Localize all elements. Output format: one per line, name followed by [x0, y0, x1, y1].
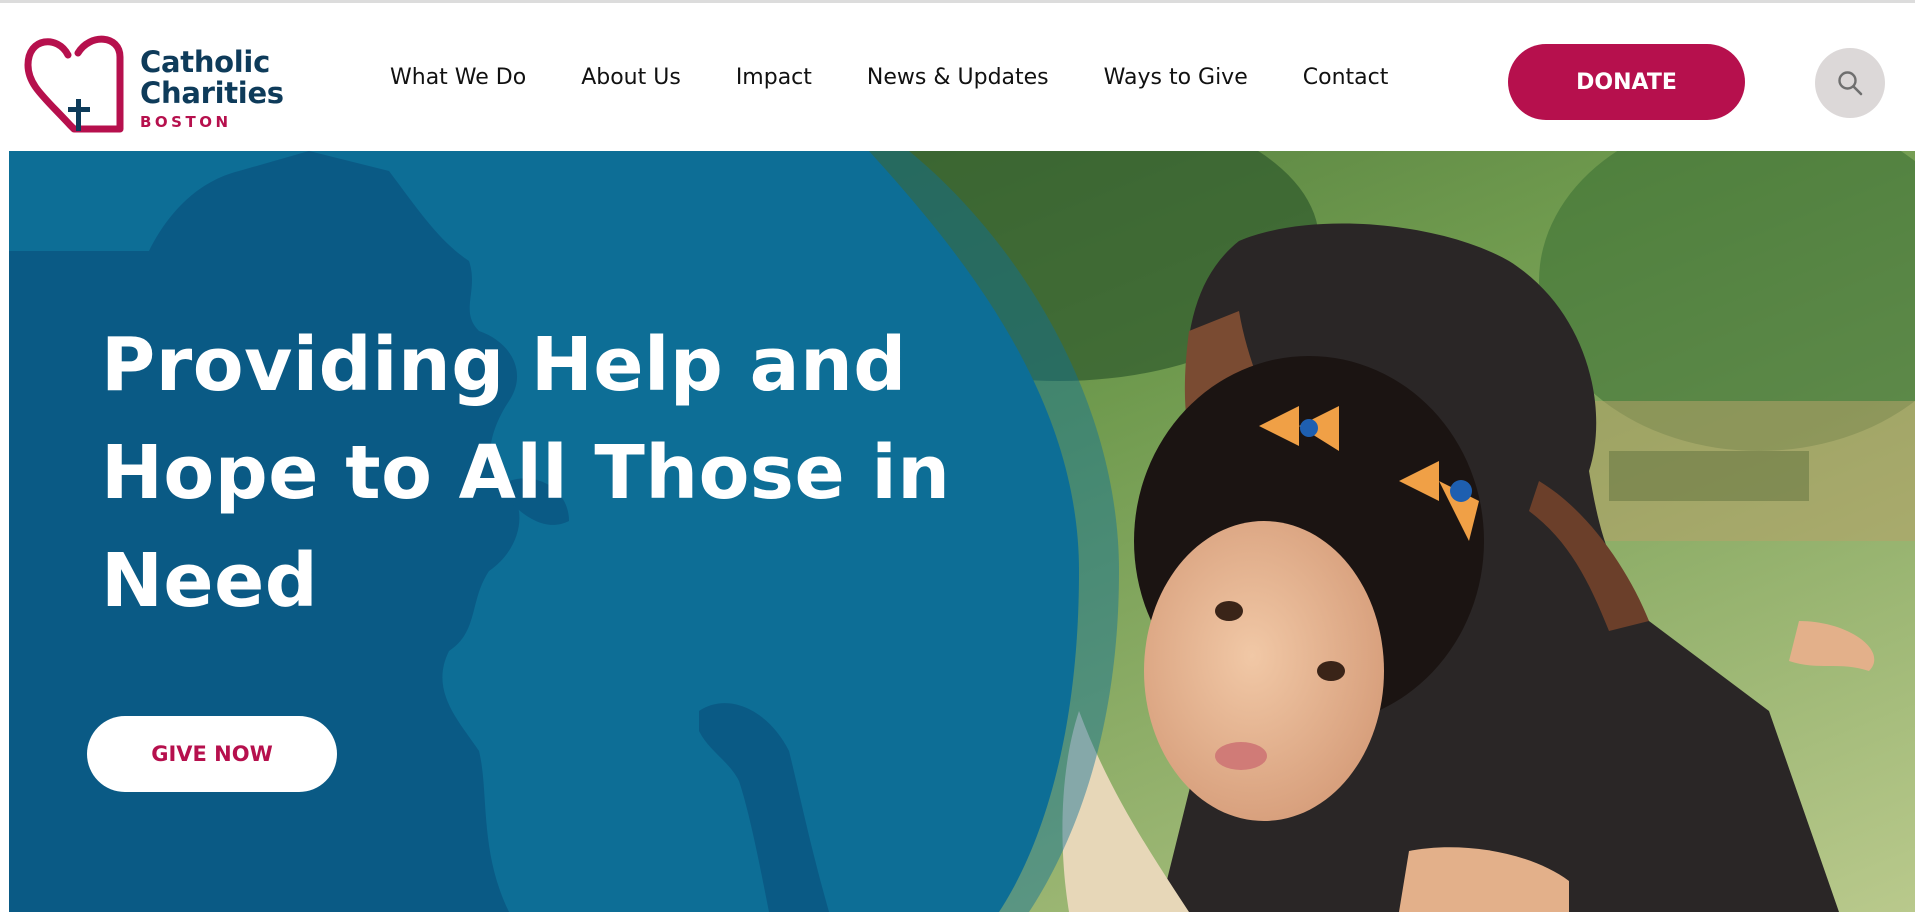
nav-what-we-do[interactable]: What We Do: [390, 65, 526, 90]
nav-contact[interactable]: Contact: [1303, 65, 1389, 90]
heart-cross-icon: [24, 35, 124, 133]
hero-section: Providing Help and Hope to All Those in …: [9, 151, 1915, 912]
site-logo[interactable]: Catholic Charities BOSTON: [24, 31, 284, 135]
logo-city: BOSTON: [140, 113, 232, 131]
logo-line1: Catholic: [140, 45, 270, 79]
nav-ways-to-give[interactable]: Ways to Give: [1104, 65, 1248, 90]
search-icon: [1838, 71, 1863, 96]
hero-title: Providing Help and Hope to All Those in …: [101, 322, 951, 624]
donate-button[interactable]: DONATE: [1508, 44, 1745, 120]
main-nav: What We Do About Us Impact News & Update…: [390, 3, 1388, 151]
nav-about-us[interactable]: About Us: [581, 65, 681, 90]
logo-wordmark: Catholic Charities BOSTON: [140, 45, 284, 132]
nav-impact[interactable]: Impact: [736, 65, 812, 90]
nav-news-updates[interactable]: News & Updates: [867, 65, 1049, 90]
search-button[interactable]: [1815, 48, 1885, 118]
site-header: Catholic Charities BOSTON What We Do Abo…: [0, 3, 1915, 151]
logo-line2: Charities: [140, 76, 284, 110]
give-now-button[interactable]: GIVE NOW: [87, 716, 337, 792]
